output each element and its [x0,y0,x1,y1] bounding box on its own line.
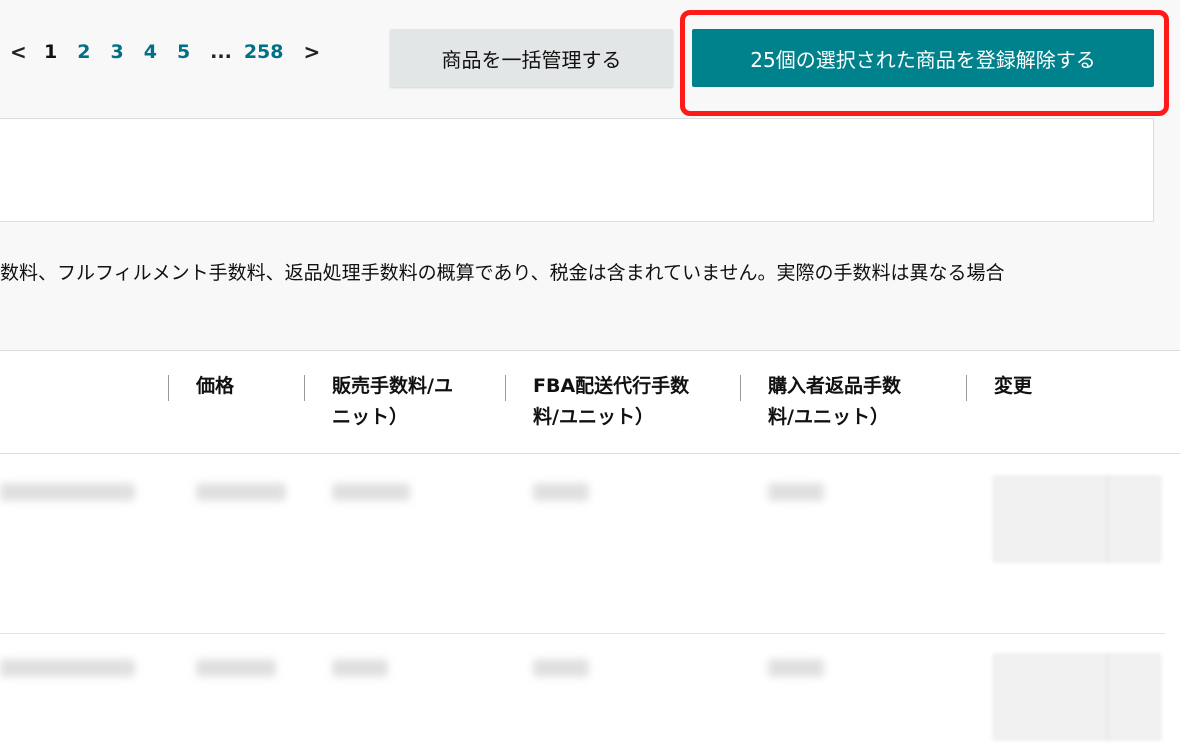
blurred-return-fee [768,483,824,501]
column-separator [168,375,169,401]
blurred-sales-fee [332,483,410,501]
column-separator [966,375,967,401]
delist-selected-button[interactable]: 25個の選択された商品を登録解除する [692,29,1154,87]
column-header-fba-fee[interactable]: FBA配送代行手数 料/ユニット） [505,371,689,433]
bulk-manage-button[interactable]: 商品を一括管理する [390,29,673,87]
column-header-price[interactable]: 価格 [168,371,234,402]
page-link-3[interactable]: 3 [110,41,123,63]
product-table: 価格 販売手数料/ユ ニット） FBA配送代行手数 料/ユニット） 購入者返品手… [0,350,1180,744]
blurred-price [196,483,286,501]
page-link-last[interactable]: 258 [244,41,284,63]
blurred-sales-fee [332,659,388,677]
column-header-sales-fee[interactable]: 販売手数料/ユ ニット） [304,371,453,433]
blurred-price [196,659,276,677]
blurred-fba-fee [533,659,589,677]
page-link-4[interactable]: 4 [144,41,157,63]
column-separator [304,375,305,401]
column-header-change[interactable]: 変更 [966,371,1032,402]
row-divider [0,633,1165,634]
fee-notice: 数料、フルフィルメント手数料、返品処理手数料の概算であり、税金は含まれていません… [0,262,1005,284]
row-action-button[interactable] [992,653,1162,741]
filter-panel [0,118,1154,222]
blurred-product-name [0,483,135,501]
column-separator [740,375,741,401]
pagination: < 1 2 3 4 5 ... 258 > [10,40,338,64]
blurred-product-name [0,659,135,677]
column-header-return-fee[interactable]: 購入者返品手数 料/ユニット） [740,371,901,433]
page-link-5[interactable]: 5 [177,41,190,63]
pagination-ellipsis: ... [210,41,232,63]
blurred-return-fee [768,659,824,677]
prev-page-icon[interactable]: < [10,40,44,64]
page-link-2[interactable]: 2 [77,41,90,63]
row-action-button[interactable] [992,475,1162,563]
page-link-1[interactable]: 1 [44,41,57,63]
blurred-fba-fee [533,483,589,501]
header-divider [0,453,1180,454]
next-page-icon[interactable]: > [304,40,338,64]
column-separator [505,375,506,401]
